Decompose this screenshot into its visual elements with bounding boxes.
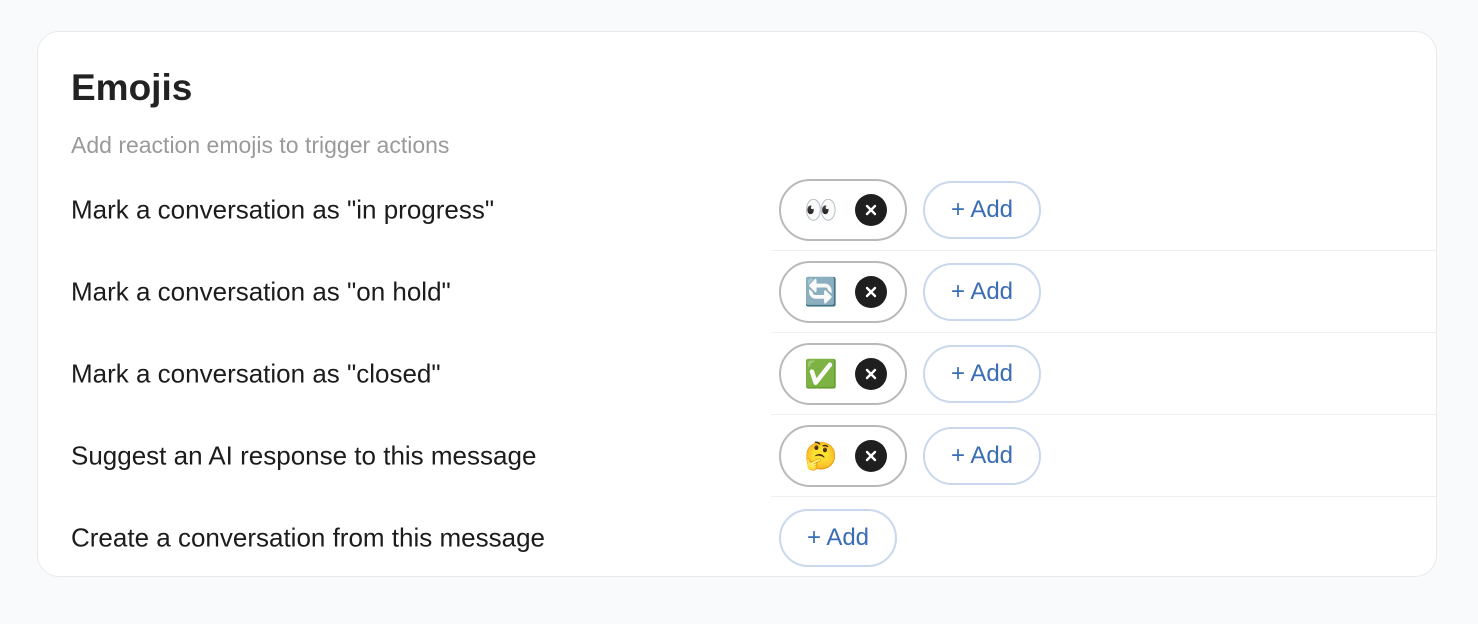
- check-mark-emoji: ✅: [804, 359, 838, 389]
- action-label: Mark a conversation as "in progress": [71, 194, 495, 225]
- emoji-action-row: Mark a conversation as "in progress" 👀 +…: [38, 169, 1436, 251]
- eyes-emoji: 👀: [804, 195, 838, 225]
- emoji-chip: 🤔: [779, 425, 907, 487]
- emoji-controls: + Add: [779, 509, 897, 567]
- close-icon: [865, 368, 877, 380]
- emoji-action-row: Mark a conversation as "closed" ✅ + Add: [38, 333, 1436, 415]
- emoji-action-row: Create a conversation from this message …: [38, 497, 1436, 576]
- emoji-controls: 👀 + Add: [779, 179, 1041, 241]
- remove-emoji-button[interactable]: [855, 440, 887, 472]
- close-icon: [865, 204, 877, 216]
- emoji-controls: 🤔 + Add: [779, 425, 1041, 487]
- add-emoji-button[interactable]: + Add: [923, 263, 1041, 321]
- emoji-chip: 👀: [779, 179, 907, 241]
- emoji-chip: ✅: [779, 343, 907, 405]
- add-emoji-button[interactable]: + Add: [779, 509, 897, 567]
- add-emoji-button[interactable]: + Add: [923, 345, 1041, 403]
- action-label: Mark a conversation as "on hold": [71, 276, 451, 307]
- emoji-action-row: Suggest an AI response to this message 🤔…: [38, 415, 1436, 497]
- emoji-controls: ✅ + Add: [779, 343, 1041, 405]
- emoji-controls: 🔄 + Add: [779, 261, 1041, 323]
- remove-emoji-button[interactable]: [855, 358, 887, 390]
- section-subtitle: Add reaction emojis to trigger actions: [71, 132, 450, 158]
- remove-emoji-button[interactable]: [855, 276, 887, 308]
- close-icon: [865, 286, 877, 298]
- action-label: Create a conversation from this message: [71, 522, 545, 553]
- arrows-cycle-emoji: 🔄: [804, 277, 838, 307]
- remove-emoji-button[interactable]: [855, 194, 887, 226]
- add-emoji-button[interactable]: + Add: [923, 181, 1041, 239]
- action-label: Mark a conversation as "closed": [71, 358, 441, 389]
- section-title: Emojis: [71, 67, 193, 108]
- thinking-face-emoji: 🤔: [804, 441, 838, 471]
- action-label: Suggest an AI response to this message: [71, 440, 537, 471]
- emoji-chip: 🔄: [779, 261, 907, 323]
- emojis-settings-card: Emojis Add reaction emojis to trigger ac…: [37, 31, 1437, 577]
- add-emoji-button[interactable]: + Add: [923, 427, 1041, 485]
- close-icon: [865, 450, 877, 462]
- emoji-action-row: Mark a conversation as "on hold" 🔄 + Add: [38, 251, 1436, 333]
